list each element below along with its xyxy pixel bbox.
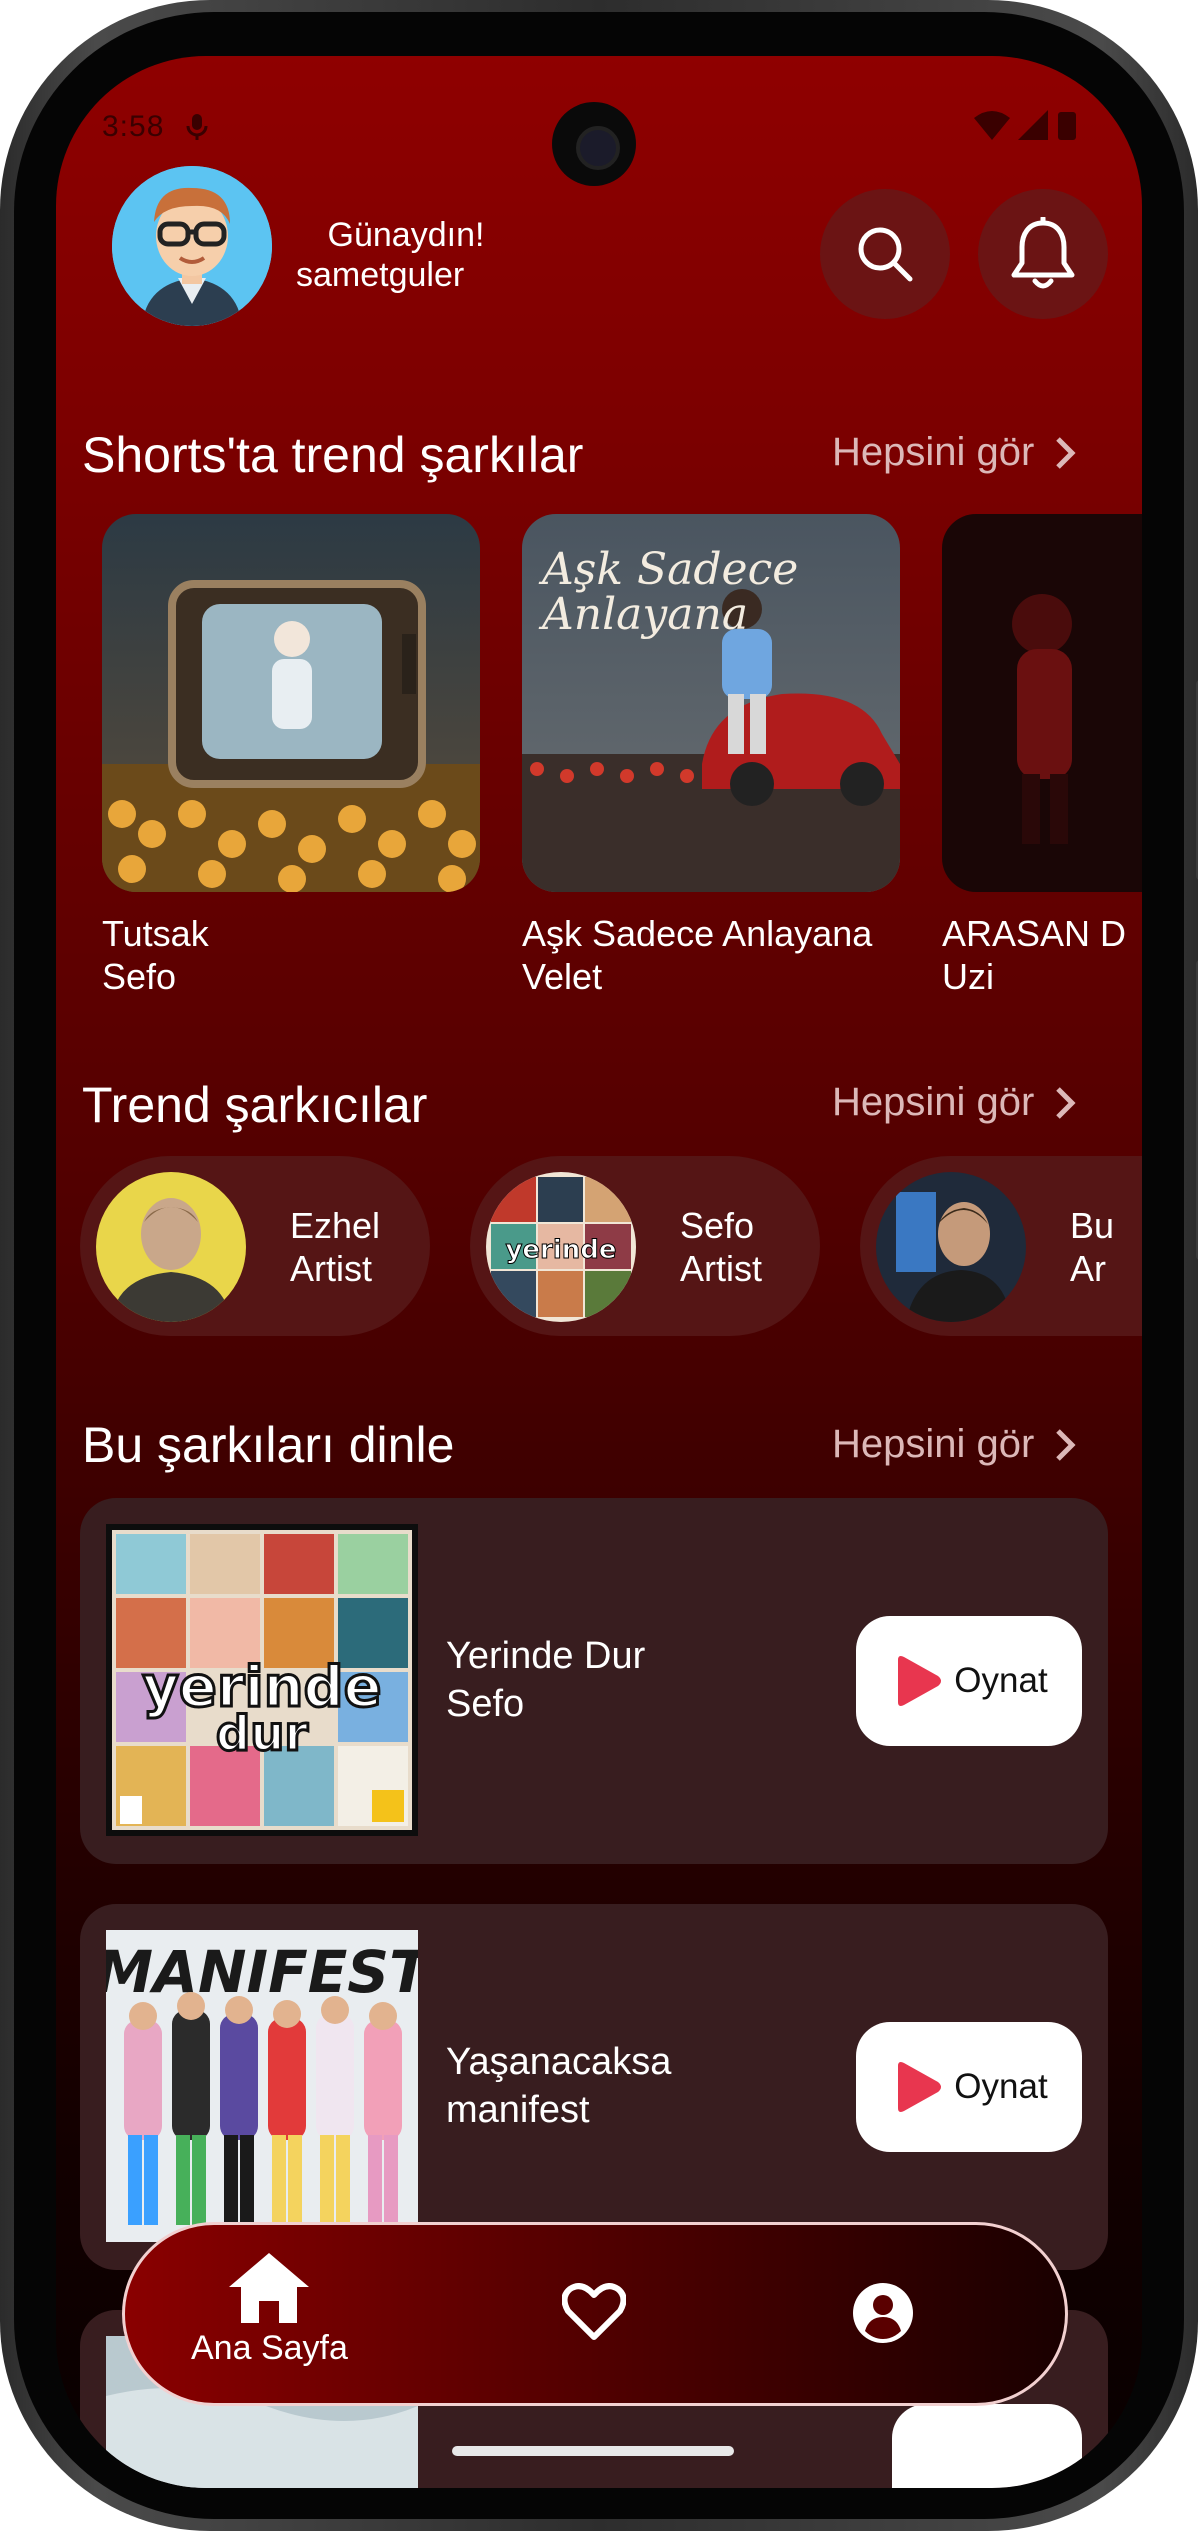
play-button[interactable]: Oynat: [856, 2022, 1082, 2152]
app-screen: 3:58 Günaydın! sametguler Shorts'ta tren…: [56, 56, 1142, 2488]
short-card-title-2: Aşk Sadece Anlayana Velet: [522, 912, 872, 998]
home-icon: [229, 2253, 310, 2323]
short-card-cover-1[interactable]: [102, 514, 480, 892]
album-cover-tutsak: [102, 514, 480, 892]
song-title-text: Yaşanacaksa: [446, 2041, 672, 2083]
front-camera: [552, 102, 636, 186]
play-button-partial[interactable]: [892, 2404, 1082, 2488]
cover-text: dur: [216, 1706, 309, 1762]
album-cover-ask-sadece-anlayana: Aşk Sadece Anlayana: [522, 514, 900, 892]
song-artist: Sefo: [102, 956, 177, 997]
album-cover-yerinde-dur: yerinde dur: [106, 1524, 418, 1836]
play-label: Oynat: [954, 2067, 1048, 2106]
cover-text: MANIFEST: [106, 1938, 418, 2006]
artist-photo: [96, 1172, 246, 1322]
artist-name-text: Sefo: [680, 1205, 755, 1246]
song-artist: Velet: [522, 956, 603, 997]
artist-card-ezhel[interactable]: Ezhel Artist: [80, 1156, 430, 1336]
chevron-right-icon: [1056, 1086, 1076, 1119]
play-icon: [898, 2062, 942, 2112]
artist-role-text: Ar: [1070, 1248, 1106, 1289]
nav-home-label: Ana Sayfa: [191, 2329, 348, 2367]
song-artist-text: Sefo: [446, 1683, 525, 1725]
see-all-label: Hepsini gör: [832, 430, 1035, 474]
username-text: sametguler: [296, 256, 465, 294]
artist-role-text: Artist: [680, 1248, 763, 1289]
song-cover: yerinde dur: [106, 1524, 418, 1836]
nav-profile[interactable]: [851, 2281, 915, 2345]
song-title: Tutsak: [102, 913, 209, 954]
greeting-text: Günaydın!: [327, 216, 485, 254]
search-icon: [858, 227, 913, 282]
cover-text: Anlayana: [538, 589, 748, 640]
song-title: ARASAN D: [942, 913, 1127, 954]
battery-icon: [1058, 112, 1076, 140]
signal-icon: [1018, 110, 1048, 140]
song-cover: MANIFEST: [106, 1930, 418, 2242]
artist-photo: yerinde: [486, 1172, 636, 1322]
nav-home[interactable]: Ana Sayfa: [191, 2251, 348, 2368]
avatar-illustration: [112, 166, 272, 326]
notifications-button[interactable]: [978, 189, 1108, 319]
song-info: Yerinde Dur Sefo: [446, 1632, 645, 1728]
see-all-listen-songs[interactable]: Hepsini gör: [832, 1422, 1078, 1467]
artist-card-3[interactable]: Bu Ar: [860, 1156, 1142, 1336]
heart-icon: [562, 2283, 626, 2340]
see-all-label: Hepsini gör: [832, 1422, 1035, 1466]
status-icons: [974, 110, 1076, 140]
artist-name: Sefo Artist: [680, 1204, 762, 1290]
phone-frame: 3:58 Günaydın! sametguler Shorts'ta tren…: [0, 0, 1198, 2531]
artist-photo: [876, 1172, 1026, 1322]
play-button[interactable]: Oynat: [856, 1616, 1082, 1746]
microphone-icon: [186, 114, 208, 140]
see-all-label: Hepsini gör: [832, 1080, 1035, 1124]
play-label: Oynat: [954, 1661, 1048, 1700]
profile-icon: [853, 2283, 913, 2343]
song-artist: Uzi: [942, 956, 994, 997]
artist-role-text: Artist: [290, 1248, 373, 1289]
status-time: 3:58: [102, 110, 165, 143]
album-cover-arasan: [942, 514, 1142, 892]
song-card-yerinde-dur[interactable]: yerinde dur Yerinde Dur Sefo Oynat: [80, 1498, 1108, 1864]
see-all-trending-artists[interactable]: Hepsini gör: [832, 1080, 1078, 1125]
artist-card-sefo[interactable]: yerinde Sefo Artist: [470, 1156, 820, 1336]
song-info: Yaşanacaksa manifest: [446, 2038, 671, 2134]
short-card-cover-2[interactable]: Aşk Sadece Anlayana: [522, 514, 900, 892]
artist-name-text: Bu: [1070, 1205, 1115, 1246]
bell-icon: [1011, 217, 1075, 289]
see-all-trending-shorts[interactable]: Hepsini gör: [832, 430, 1078, 475]
song-title: Aşk Sadece Anlayana: [522, 913, 873, 954]
home-indicator[interactable]: [452, 2446, 734, 2456]
short-card-title-3: ARASAN D Uzi: [942, 912, 1142, 998]
nav-favorites[interactable]: [562, 2283, 626, 2341]
artist-name: Bu Ar: [1070, 1204, 1114, 1290]
artist-name-text: Ezhel: [290, 1205, 381, 1246]
album-cover-manifest: MANIFEST: [106, 1930, 418, 2242]
section-title-trending-shorts: Shorts'ta trend şarkılar: [82, 427, 584, 483]
short-card-title-1: Tutsak Sefo: [102, 912, 209, 998]
cover-text: Aşk Sadece: [538, 544, 798, 595]
svg-text:yerinde: yerinde: [505, 1235, 616, 1265]
search-button[interactable]: [820, 189, 950, 319]
song-title-text: Yerinde Dur: [446, 1635, 646, 1677]
short-card-cover-3[interactable]: [942, 514, 1142, 892]
avatar[interactable]: [112, 166, 272, 326]
chevron-right-icon: [1056, 1428, 1076, 1461]
wifi-icon: [974, 111, 1010, 140]
artist-name: Ezhel Artist: [290, 1204, 380, 1290]
play-icon: [898, 1656, 942, 1706]
song-artist-text: manifest: [446, 2089, 590, 2131]
section-title-listen-songs: Bu şarkıları dinle: [82, 1417, 455, 1473]
song-card-yasanacaksa[interactable]: MANIFEST Yaşanacaksa manifest Oynat: [80, 1904, 1108, 2270]
bottom-navigation: Ana Sayfa: [122, 2222, 1068, 2406]
chevron-right-icon: [1056, 436, 1076, 469]
section-title-trending-artists: Trend şarkıcılar: [82, 1077, 428, 1133]
